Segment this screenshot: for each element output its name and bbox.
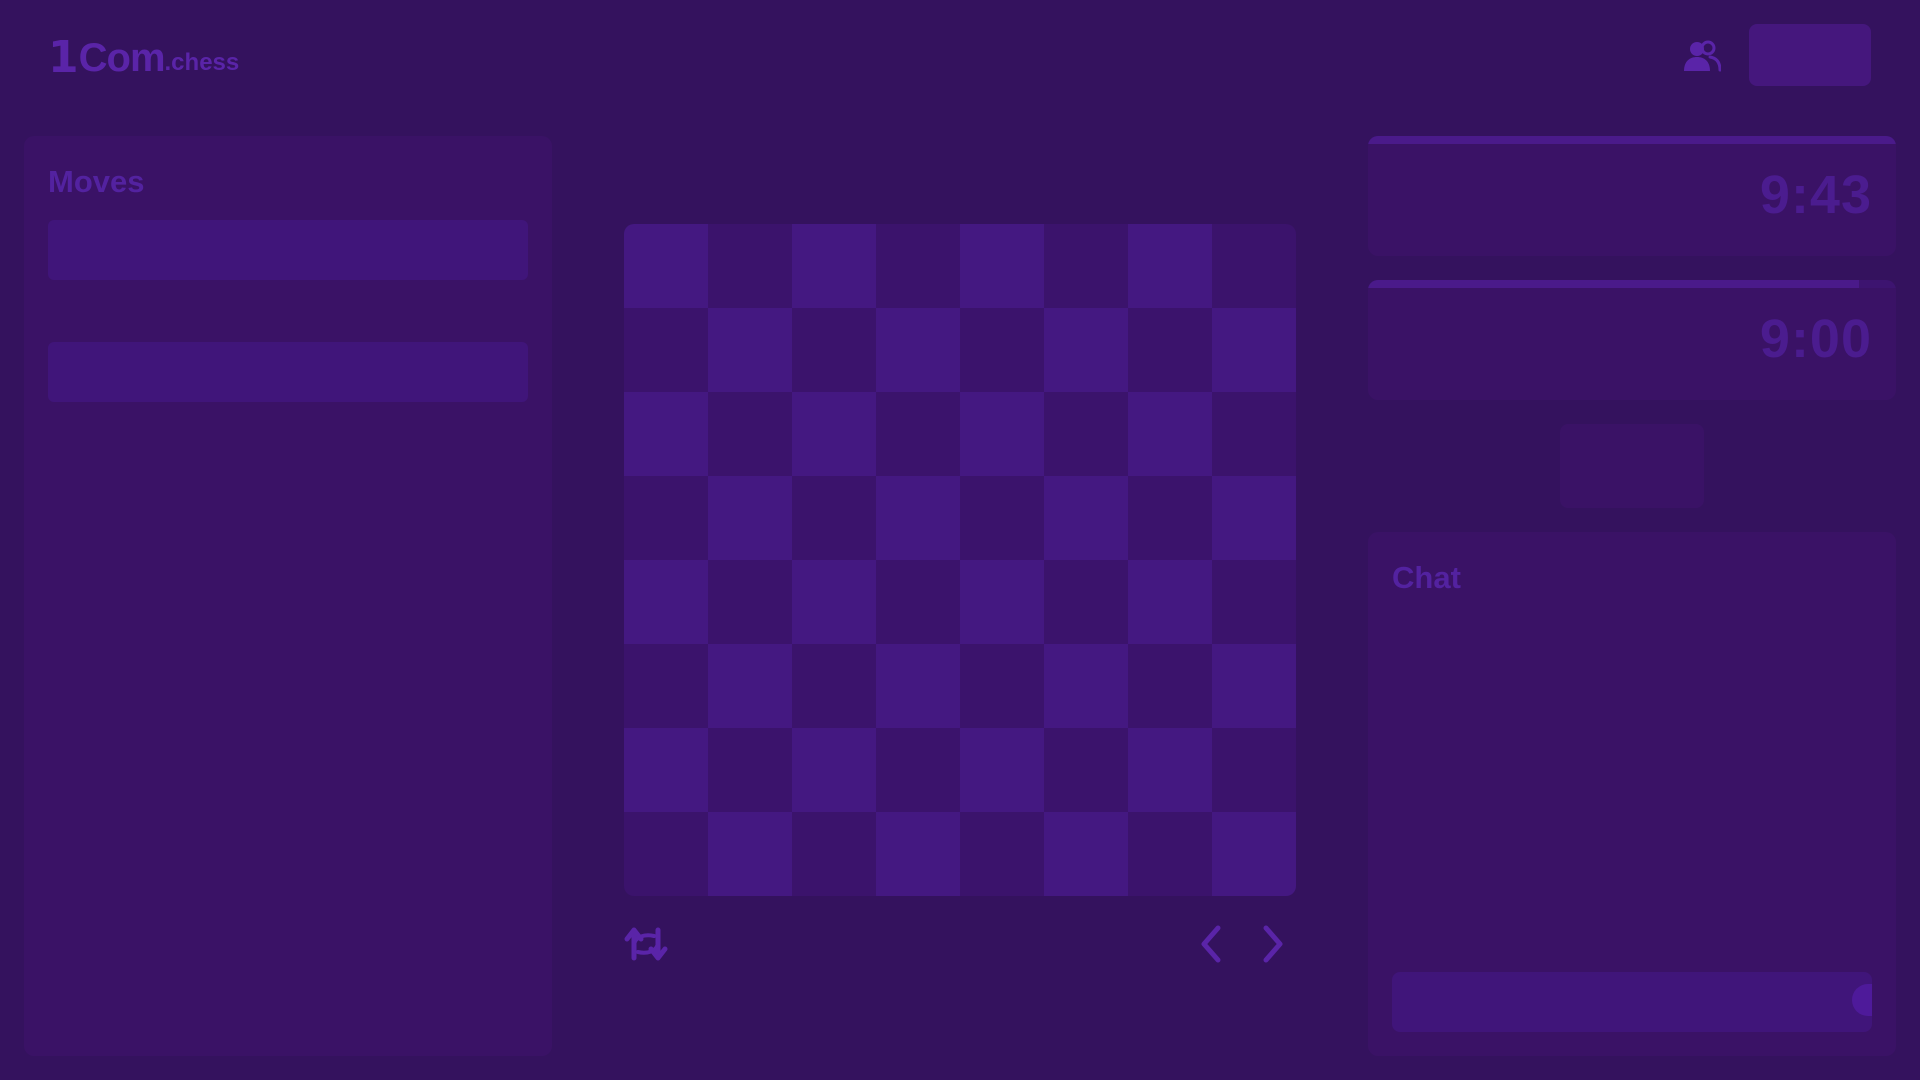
flip-board-icon [624,927,668,961]
chat-panel: Chat [1368,532,1896,1056]
board-square[interactable] [1128,560,1212,644]
board-square[interactable] [624,728,708,812]
board-square[interactable] [876,812,960,896]
board-square[interactable] [1044,560,1128,644]
board-square[interactable] [876,224,960,308]
opponent-clock: 9:43 [1368,136,1896,256]
clock-progress-fill [1368,136,1896,144]
board-square[interactable] [960,728,1044,812]
board-square[interactable] [792,644,876,728]
chevron-left-icon [1201,925,1221,963]
board-square[interactable] [708,224,792,308]
next-move-button[interactable] [1252,922,1292,966]
move-row[interactable] [48,342,528,402]
board-square[interactable] [876,644,960,728]
board-square[interactable] [1128,728,1212,812]
board-square[interactable] [1044,224,1128,308]
board-square[interactable] [1212,476,1296,560]
board-square[interactable] [708,560,792,644]
board-square[interactable] [1212,560,1296,644]
flip-board-button[interactable] [622,922,670,966]
board-square[interactable] [876,560,960,644]
board-square[interactable] [960,392,1044,476]
board-square[interactable] [1128,644,1212,728]
board-square[interactable] [792,476,876,560]
clock-time: 9:00 [1759,309,1872,369]
board-square[interactable] [708,476,792,560]
board-square[interactable] [708,392,792,476]
board-square[interactable] [624,812,708,896]
board-square[interactable] [708,308,792,392]
board-square[interactable] [792,224,876,308]
board-square[interactable] [792,308,876,392]
board-square[interactable] [708,812,792,896]
board-square[interactable] [624,308,708,392]
board-square[interactable] [1044,644,1128,728]
chess-board[interactable] [624,224,1296,896]
board-square[interactable] [1044,476,1128,560]
board-square[interactable] [960,644,1044,728]
board-square[interactable] [1128,224,1212,308]
chevron-right-icon [1263,925,1283,963]
top-header: 1 Com .chess [0,0,1920,110]
moves-panel: Moves [24,136,552,1056]
board-square[interactable] [1128,308,1212,392]
board-square[interactable] [960,224,1044,308]
board-square[interactable] [792,392,876,476]
logo-suffix: .chess [164,49,240,76]
logo-text: Com [78,36,166,80]
board-square[interactable] [792,812,876,896]
board-square[interactable] [960,308,1044,392]
chat-title: Chat [1392,560,1461,595]
board-square[interactable] [708,728,792,812]
board-square[interactable] [1212,224,1296,308]
board-square[interactable] [1212,308,1296,392]
clock-progress-fill [1368,280,1860,288]
board-square[interactable] [708,644,792,728]
board-square[interactable] [1044,812,1128,896]
board-square[interactable] [624,224,708,308]
board-square[interactable] [1044,728,1128,812]
board-square[interactable] [1044,392,1128,476]
board-square[interactable] [1044,308,1128,392]
board-square[interactable] [1212,728,1296,812]
board-square[interactable] [960,812,1044,896]
board-square[interactable] [1212,392,1296,476]
moves-title: Moves [48,164,145,199]
board-square[interactable] [876,308,960,392]
logo[interactable]: 1 Com .chess [48,32,240,83]
move-row[interactable] [48,220,528,280]
board-square[interactable] [1128,476,1212,560]
board-square[interactable] [1212,812,1296,896]
board-square[interactable] [792,560,876,644]
board-square[interactable] [960,476,1044,560]
board-square[interactable] [624,560,708,644]
friends-button[interactable] [1680,36,1724,76]
player-clock: 9:00 [1368,280,1896,400]
clock-time: 9:43 [1759,165,1872,225]
board-square[interactable] [1212,644,1296,728]
clock-progress-track [1368,136,1896,144]
logo-mark: 1 [48,32,79,83]
header-action-button[interactable] [1749,24,1871,86]
board-square[interactable] [876,476,960,560]
board-square[interactable] [876,392,960,476]
board-square[interactable] [624,476,708,560]
game-action-button[interactable] [1560,424,1704,508]
board-square[interactable] [876,728,960,812]
previous-move-button[interactable] [1192,922,1232,966]
board-square[interactable] [1128,812,1212,896]
board-square[interactable] [792,728,876,812]
friends-icon [1684,40,1721,72]
board-square[interactable] [624,392,708,476]
board-square[interactable] [960,560,1044,644]
board-square[interactable] [1128,392,1212,476]
chat-input[interactable] [1392,972,1872,1032]
clock-progress-track [1368,280,1896,288]
board-square[interactable] [624,644,708,728]
